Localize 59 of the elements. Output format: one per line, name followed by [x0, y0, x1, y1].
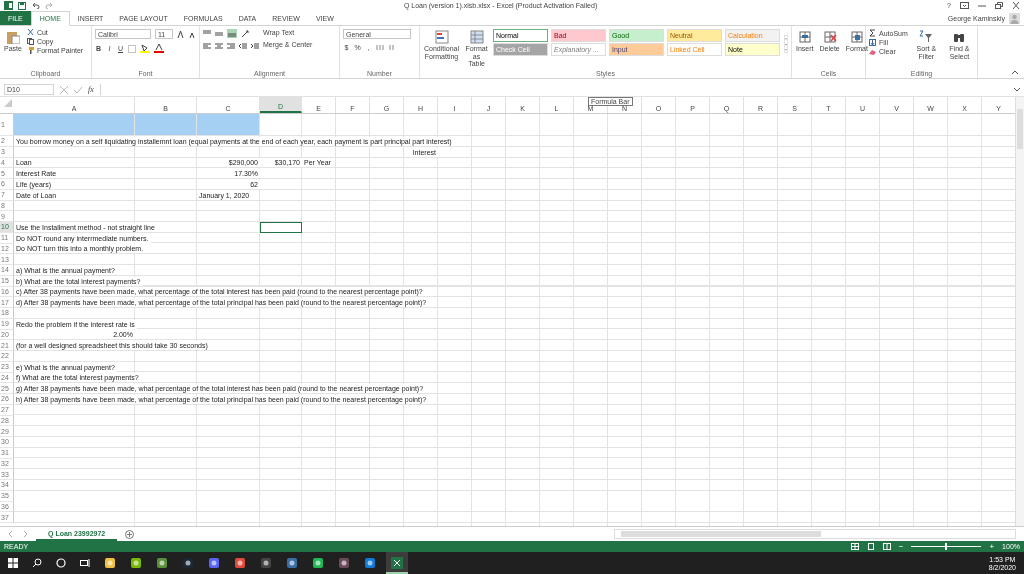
- collapse-ribbon-icon[interactable]: [1012, 70, 1018, 74]
- app-icon[interactable]: [312, 557, 324, 569]
- app-icon[interactable]: [286, 557, 298, 569]
- save-icon[interactable]: [18, 1, 26, 10]
- grow-font-icon[interactable]: [177, 30, 185, 38]
- align-left-icon[interactable]: [203, 43, 211, 50]
- app-icon[interactable]: [130, 557, 142, 569]
- excel-icon[interactable]: [386, 552, 408, 574]
- align-right-icon[interactable]: [227, 43, 235, 50]
- horizontal-scrollbar[interactable]: [614, 529, 1016, 539]
- app-icon[interactable]: [156, 557, 168, 569]
- selected-cell[interactable]: [260, 222, 302, 233]
- sigma-icon: [869, 29, 876, 37]
- zoom-slider-thumb[interactable]: [945, 543, 948, 550]
- restore-icon[interactable]: [995, 2, 1003, 9]
- shrink-font-icon[interactable]: [189, 30, 196, 38]
- windows-icon[interactable]: [8, 558, 18, 568]
- undo-icon[interactable]: [31, 2, 40, 9]
- page-layout-icon[interactable]: [866, 543, 875, 550]
- table-icon: [434, 30, 449, 44]
- add-sheet-icon[interactable]: [125, 529, 135, 539]
- eraser-icon: [869, 48, 876, 55]
- grid-icon: [849, 30, 864, 44]
- fill-color-icon[interactable]: [140, 44, 150, 53]
- page-break-icon[interactable]: [882, 543, 891, 550]
- close-icon[interactable]: [1012, 2, 1020, 9]
- copy-icon: [26, 38, 34, 45]
- app-icon[interactable]: [338, 557, 350, 569]
- app-icon[interactable]: [208, 557, 220, 569]
- app-icon[interactable]: [104, 557, 116, 569]
- circle-icon[interactable]: [56, 558, 66, 568]
- app-icon[interactable]: [364, 557, 376, 569]
- decrease-indent-icon[interactable]: [239, 43, 247, 50]
- brush-icon: [26, 47, 34, 54]
- app-icon[interactable]: [234, 557, 246, 569]
- zoom-out-button[interactable]: −: [898, 542, 904, 551]
- grid-icon: [797, 30, 812, 44]
- insert-function-button[interactable]: fx: [88, 85, 94, 94]
- orientation-icon[interactable]: [241, 29, 250, 38]
- zoom-in-button[interactable]: +: [989, 542, 995, 551]
- task-view-icon[interactable]: [80, 558, 90, 568]
- increase-indent-icon[interactable]: [251, 43, 259, 50]
- app-icon[interactable]: [260, 557, 272, 569]
- app-icon[interactable]: [182, 557, 194, 569]
- grid-icon: [822, 30, 837, 44]
- down-arrow-icon: [869, 39, 876, 46]
- align-top-icon[interactable]: [203, 30, 211, 37]
- scissors-icon: [26, 29, 34, 36]
- vertical-scrollbar[interactable]: [1015, 97, 1024, 526]
- funnel-icon: [919, 30, 934, 44]
- align-center-icon[interactable]: [215, 43, 223, 50]
- clipboard-icon: [5, 30, 20, 44]
- font-color-icon[interactable]: [154, 44, 164, 53]
- align-middle-icon[interactable]: [215, 30, 223, 37]
- ribbon-display-icon[interactable]: [960, 2, 969, 9]
- search-icon[interactable]: [32, 558, 42, 568]
- normal-view-icon[interactable]: [850, 543, 859, 550]
- expand-icon[interactable]: [1014, 87, 1020, 92]
- table-icon: [469, 30, 484, 44]
